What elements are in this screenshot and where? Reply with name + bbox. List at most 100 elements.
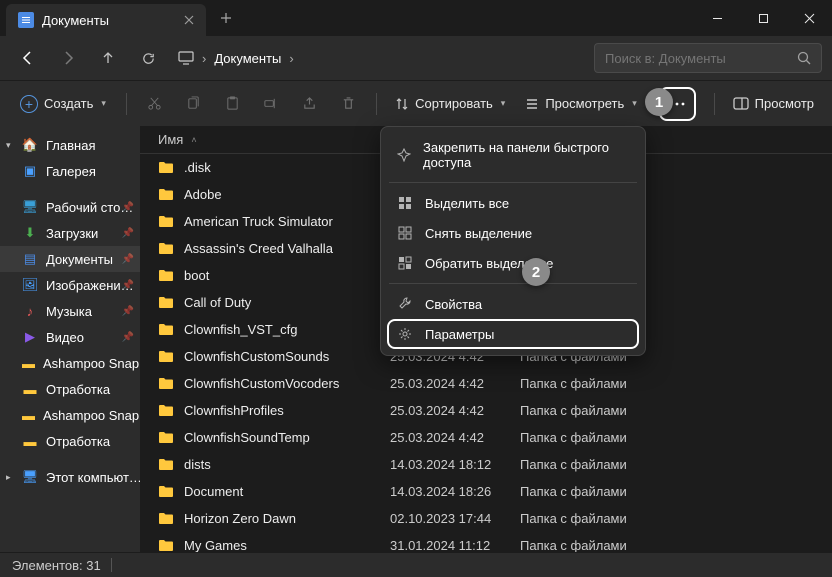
sidebar-gallery[interactable]: ▣Галерея [0,158,140,184]
menu-separator [389,283,637,284]
sidebar-thispc[interactable]: ▸🖥Этот компьют… [0,464,140,490]
view-button[interactable]: Просмотреть ▾ [517,88,644,120]
folder-icon: ▬ [22,407,35,423]
file-name: Document [184,484,390,499]
search-box[interactable] [594,43,822,73]
file-name: dists [184,457,390,472]
menu-select-all[interactable]: Выделить все [387,188,639,218]
sidebar-home[interactable]: ▾🏠Главная [0,132,140,158]
up-button[interactable] [90,42,126,74]
sidebar-music[interactable]: ♪Музыка📌 [0,298,140,324]
sort-button[interactable]: Сортировать ▾ [387,88,513,120]
close-tab-icon[interactable] [184,15,194,25]
file-type: Папка с файлами [520,484,627,499]
new-tab-button[interactable] [210,2,242,34]
tab-title: Документы [42,13,109,28]
menu-options[interactable]: Параметры [387,319,639,349]
menu-properties[interactable]: Свойства [387,289,639,319]
file-date: 14.03.2024 18:26 [390,484,520,499]
file-type: Папка с файлами [520,511,627,526]
column-name[interactable]: Имя ˄ [158,132,368,147]
minimize-button[interactable] [694,0,740,36]
close-window-button[interactable] [786,0,832,36]
folder-icon: ▬ [22,381,38,397]
menu-pin-quickaccess[interactable]: Закрепить на панели быстрого доступа [387,133,639,177]
back-button[interactable] [10,42,46,74]
cut-button[interactable] [137,88,172,120]
file-row[interactable]: ClownfishCustomVocoders25.03.2024 4:42Па… [140,370,832,397]
file-date: 25.03.2024 4:42 [390,430,520,445]
file-type: Папка с файлами [520,376,627,391]
separator [111,558,112,572]
file-name: ClownfishCustomVocoders [184,376,390,391]
pictures-icon: 🖼 [22,277,38,293]
list-icon [525,97,539,111]
paste-button[interactable] [215,88,250,120]
window-controls [694,0,832,36]
sidebar-videos[interactable]: ▶Видео📌 [0,324,140,350]
toolbar: + Создать ▾ Сортировать ▾ Просмотреть ▾ … [0,80,832,126]
file-name: .disk [184,160,390,175]
preview-panel-icon [733,97,749,110]
gear-icon [397,326,413,342]
file-row[interactable]: Horizon Zero Dawn02.10.2023 17:44Папка с… [140,505,832,532]
body-area: ▾🏠Главная ▣Галерея 🖥Рабочий сто…📌 ⬇Загру… [0,126,832,552]
breadcrumb-current[interactable]: Документы [214,51,281,66]
refresh-button[interactable] [130,42,166,74]
file-type: Папка с файлами [520,430,627,445]
chevron-down-icon: ▾ [632,98,637,109]
separator [126,93,127,115]
sidebar-documents[interactable]: ▤Документы📌 [0,246,140,272]
sidebar-item[interactable]: ▬Отработка [0,376,140,402]
tab-documents[interactable]: Документы [6,4,206,36]
invert-icon [397,255,413,271]
file-date: 14.03.2024 18:12 [390,457,520,472]
maximize-button[interactable] [740,0,786,36]
statusbar: Элементов: 31 [0,552,832,577]
sidebar-downloads[interactable]: ⬇Загрузки📌 [0,220,140,246]
menu-invert-selection[interactable]: Обратить выделение [387,248,639,278]
sidebar: ▾🏠Главная ▣Галерея 🖥Рабочий сто…📌 ⬇Загру… [0,126,140,552]
file-name: ClownfishProfiles [184,403,390,418]
delete-button[interactable] [331,88,366,120]
file-name: ClownfishSoundTemp [184,430,390,445]
menu-deselect[interactable]: Снять выделение [387,218,639,248]
chevron-down-icon: ▾ [501,98,506,109]
breadcrumb[interactable]: › Документы › [178,51,582,66]
search-input[interactable] [605,51,797,66]
sidebar-item[interactable]: ▬Ashampoo Snap… [0,350,140,376]
file-row[interactable]: ClownfishProfiles25.03.2024 4:42Папка с … [140,397,832,424]
chevron-right-icon: ▸ [6,472,11,483]
sidebar-item[interactable]: ▬Отработка [0,428,140,454]
forward-button[interactable] [50,42,86,74]
rename-button[interactable] [254,88,289,120]
chevron-right-icon[interactable]: › [202,51,206,66]
sidebar-pictures[interactable]: 🖼Изображени…📌 [0,272,140,298]
monitor-icon: 🖥 [22,469,38,485]
chevron-down-icon: ▾ [6,140,11,151]
file-name: Clownfish_VST_cfg [184,322,390,337]
file-row[interactable]: My Games31.01.2024 11:12Папка с файлами [140,532,832,552]
sort-icon [395,97,409,111]
pin-icon: 📌 [122,202,134,213]
file-row[interactable]: ClownfishSoundTemp25.03.2024 4:42Папка с… [140,424,832,451]
navbar: › Документы › [0,36,832,80]
share-button[interactable] [292,88,327,120]
create-button[interactable]: + Создать ▾ [10,88,116,120]
sidebar-desktop[interactable]: 🖥Рабочий сто…📌 [0,194,140,220]
file-date: 31.01.2024 11:12 [390,538,520,552]
file-type: Папка с файлами [520,403,627,418]
select-all-icon [397,195,413,211]
separator [714,93,715,115]
file-row[interactable]: dists14.03.2024 18:12Папка с файлами [140,451,832,478]
annotation-callout-2: 2 [522,258,550,286]
preview-button[interactable]: Просмотр [725,88,822,120]
search-icon[interactable] [797,51,811,65]
chevron-right-icon[interactable]: › [289,51,293,66]
copy-button[interactable] [176,88,211,120]
file-row[interactable]: Document14.03.2024 18:26Папка с файлами [140,478,832,505]
sidebar-item[interactable]: ▬Ashampoo Snap… [0,402,140,428]
pin-icon: 📌 [122,228,134,239]
download-icon: ⬇ [22,225,38,241]
pin-icon: 📌 [122,306,134,317]
